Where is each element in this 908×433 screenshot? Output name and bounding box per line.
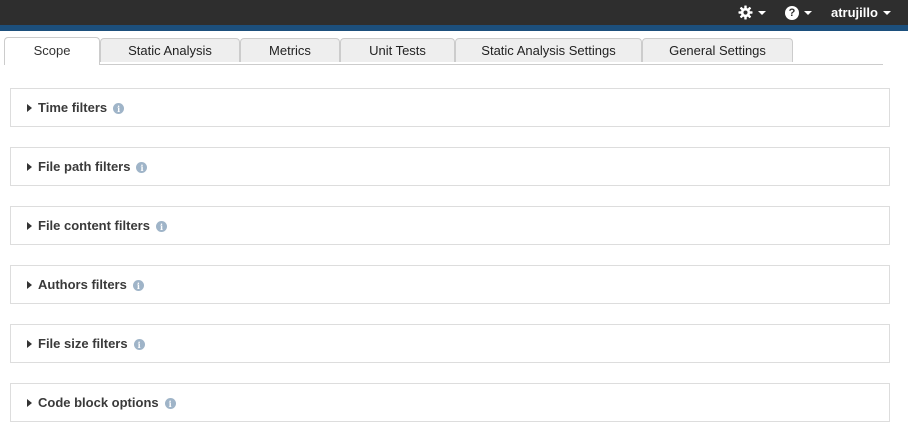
tab-metrics[interactable]: Metrics [240,38,340,62]
settings-menu[interactable] [738,0,766,25]
info-icon[interactable]: i [164,398,176,409]
tab-static-analysis[interactable]: Static Analysis [100,38,240,62]
chevron-down-icon [804,10,812,15]
info-icon[interactable]: i [155,221,167,232]
chevron-down-icon [882,10,891,15]
help-icon: ? [785,5,799,20]
expand-arrow-icon [27,280,32,289]
info-icon[interactable]: i [136,162,148,173]
panel-title: File path filters [38,159,131,174]
gear-icon [738,5,753,20]
top-navbar: ? atrujillo [0,0,908,31]
chevron-down-icon [758,10,766,15]
expand-arrow-icon [27,398,32,407]
info-icon[interactable]: i [113,103,125,114]
panel-title: Code block options [38,395,159,410]
panel-title: File content filters [38,218,150,233]
tab-general-settings[interactable]: General Settings [642,38,793,62]
tab-unit-tests[interactable]: Unit Tests [340,38,455,62]
info-icon[interactable]: i [132,280,144,291]
panel-time-filters[interactable]: Time filters i [10,88,890,127]
expand-arrow-icon [27,339,32,348]
user-menu[interactable]: atrujillo [831,0,891,25]
expand-arrow-icon [27,221,32,230]
panel-file-content-filters[interactable]: File content filters i [10,206,890,245]
panel-title: File size filters [38,336,128,351]
panel-authors-filters[interactable]: Authors filters i [10,265,890,304]
panel-title: Authors filters [38,277,127,292]
username: atrujillo [831,5,878,20]
panel-file-size-filters[interactable]: File size filters i [10,324,890,363]
settings-tabs: Scope Static Analysis Metrics Unit Tests… [4,37,883,65]
panel-code-block-options[interactable]: Code block options i [10,383,890,422]
expand-arrow-icon [27,103,32,112]
tab-scope[interactable]: Scope [4,37,100,65]
tab-static-analysis-settings[interactable]: Static Analysis Settings [455,38,642,62]
info-icon[interactable]: i [133,339,145,350]
panel-file-path-filters[interactable]: File path filters i [10,147,890,186]
expand-arrow-icon [27,162,32,171]
panel-title: Time filters [38,100,108,115]
help-menu[interactable]: ? [785,0,812,25]
